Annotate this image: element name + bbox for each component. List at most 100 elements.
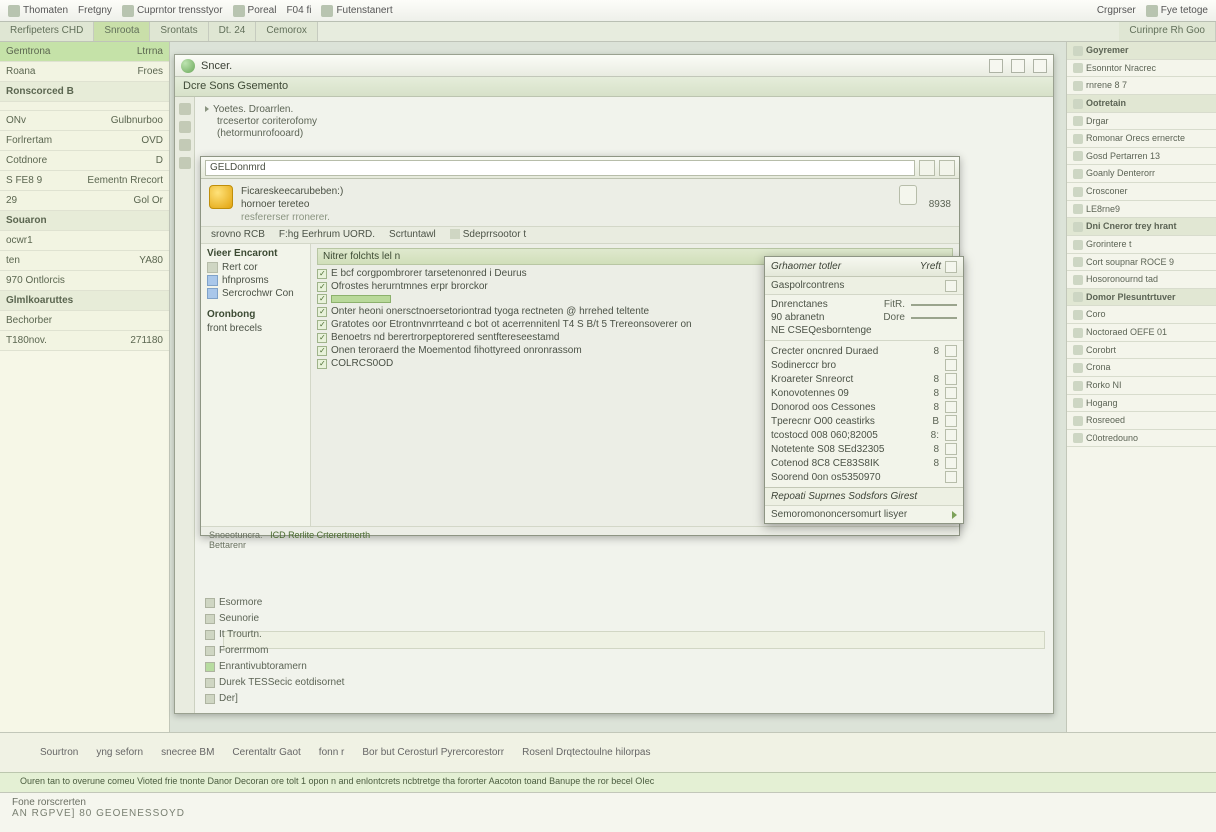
maximize-button[interactable]	[1011, 59, 1025, 73]
bg-right-row[interactable]: Corobrt	[1067, 342, 1216, 360]
property-row[interactable]: Kroareter Snreorct8	[765, 372, 963, 386]
bg-right-row[interactable]: Romonar Orecs ernercte	[1067, 130, 1216, 148]
go-button[interactable]	[919, 160, 935, 176]
bg-left-row[interactable]: ONvGulbnurboo	[0, 111, 169, 131]
address-input[interactable]: GELDonmrd	[205, 160, 915, 176]
bg-left-row[interactable]: Souaron	[0, 211, 169, 231]
property-row[interactable]: Soorend 0on os5350970	[765, 470, 963, 484]
property-row[interactable]: Cotenod 8C8 CE83S8IK8	[765, 456, 963, 470]
bg-right-row[interactable]: Drgar	[1067, 113, 1216, 131]
property-row[interactable]: DnrenctanesFitR.	[765, 298, 963, 311]
bg-tab[interactable]: Rerfipeters CHD	[0, 22, 94, 41]
person-icon[interactable]	[945, 261, 957, 273]
bg-right-row[interactable]: Goanly Denterorr	[1067, 165, 1216, 183]
bg-tab[interactable]: Srontats	[150, 22, 208, 41]
toggle-icon[interactable]	[945, 443, 957, 455]
checkbox-icon[interactable]	[317, 294, 327, 304]
checkbox-icon[interactable]	[317, 359, 327, 369]
menu-item[interactable]: Scrtuntawl	[389, 229, 436, 241]
property-row[interactable]: Donorod oos Cessones8	[765, 400, 963, 414]
bg-left-row[interactable]: Glmlkoaruttes	[0, 291, 169, 311]
bottom-bar-item[interactable]: Rosenl Drqtectoulne hilorpas	[522, 747, 650, 758]
bg-left-row[interactable]: Bechorber	[0, 311, 169, 331]
bg-left-row[interactable]: S FE8 9Eementn Rrecort	[0, 171, 169, 191]
bg-right-row[interactable]: Noctoraed OEFE 01	[1067, 324, 1216, 342]
bg-left-row[interactable]: tenYA80	[0, 251, 169, 271]
bg-right-row[interactable]: Crosconer	[1067, 183, 1216, 201]
toggle-icon[interactable]	[945, 457, 957, 469]
toggle-icon[interactable]	[945, 345, 957, 357]
checkbox-icon[interactable]	[205, 678, 215, 688]
checkbox-icon[interactable]	[317, 320, 327, 330]
menu-item[interactable]: srovno RCB	[211, 229, 265, 241]
bg-left-row[interactable]	[0, 102, 169, 111]
tree-expand-icon[interactable]	[205, 106, 209, 112]
tb-item[interactable]: Futenstanert	[321, 5, 392, 17]
bg-right-row[interactable]: Goyremer	[1067, 42, 1216, 60]
checkbox-icon[interactable]	[317, 307, 327, 317]
bg-right-row[interactable]: Ootretain	[1067, 95, 1216, 113]
checkbox-icon[interactable]	[205, 598, 215, 608]
tree-item[interactable]: Durek TESSecic eotdisornet	[205, 675, 344, 691]
tb-item[interactable]: Crgprser	[1097, 5, 1136, 16]
tb-item[interactable]: F04 fi	[286, 5, 311, 16]
bg-left-row[interactable]: ForlrertamOVD	[0, 131, 169, 151]
toggle-icon[interactable]	[945, 401, 957, 413]
bg-tab[interactable]: Snroota	[94, 22, 150, 41]
bg-right-row[interactable]: Esonntor Nracrec	[1067, 60, 1216, 78]
bg-right-row[interactable]: C0otredouno	[1067, 430, 1216, 448]
bg-left-row[interactable]: CotdnoreD	[0, 151, 169, 171]
bg-left-row[interactable]: ocwr1	[0, 231, 169, 251]
toggle-icon[interactable]	[945, 471, 957, 483]
bottom-bar-item[interactable]: yng seforn	[96, 747, 143, 758]
bottom-bar-item[interactable]: snecree BM	[161, 747, 214, 758]
tree-item[interactable]: Seunorie	[205, 611, 344, 627]
checkbox-icon[interactable]	[317, 333, 327, 343]
tb-item[interactable]: Poreal	[233, 5, 277, 17]
minimize-button[interactable]	[989, 59, 1003, 73]
gear-icon[interactable]	[945, 280, 957, 292]
tree-item[interactable]: Forerrmom	[205, 643, 344, 659]
bg-left-row[interactable]: T180nov.271180	[0, 331, 169, 351]
nav-icon[interactable]	[179, 103, 191, 115]
tb-item[interactable]: Fretgny	[78, 5, 112, 16]
property-row[interactable]: tcostocd 008 060;820058:	[765, 428, 963, 442]
side-item[interactable]: hfnprosms	[207, 275, 304, 286]
bg-right-row[interactable]: Hogang	[1067, 395, 1216, 413]
tb-item[interactable]: Thomaten	[8, 5, 68, 17]
bottom-bar-item[interactable]: Bor but Cerosturl Pyrercorestorr	[362, 747, 504, 758]
bg-left-row[interactable]: GemtronaLtrrna	[0, 42, 169, 62]
side-item[interactable]: Rert cor	[207, 262, 304, 273]
checkbox-icon[interactable]	[205, 662, 215, 672]
panel-titlebar[interactable]: Grhaomer totler Yreft	[765, 257, 963, 277]
checkbox-icon[interactable]	[205, 646, 215, 656]
toggle-icon[interactable]	[945, 429, 957, 441]
checkbox-icon[interactable]	[205, 694, 215, 704]
bg-left-row[interactable]: 29Gol Or	[0, 191, 169, 211]
toggle-icon[interactable]	[945, 415, 957, 427]
bg-left-row[interactable]: RoanaFroes	[0, 62, 169, 82]
nav-icon[interactable]	[179, 157, 191, 169]
property-row[interactable]: Tperecnr O00 ceastirksB	[765, 414, 963, 428]
bg-tab-right[interactable]: Curinpre Rh Goo	[1119, 22, 1216, 41]
bg-right-row[interactable]: Domor Plesuntrtuver	[1067, 289, 1216, 307]
security-icon[interactable]	[899, 185, 917, 205]
bg-right-row[interactable]: Grorintere t	[1067, 236, 1216, 254]
tb-item[interactable]: Cuprntor trensstyor	[122, 5, 223, 17]
bg-right-row[interactable]: Gosd Pertarren 13	[1067, 148, 1216, 166]
bg-left-row[interactable]: 970 Ontlorcis	[0, 271, 169, 291]
bg-right-row[interactable]: Crona	[1067, 359, 1216, 377]
property-row[interactable]: Notetente S08 SEd323058	[765, 442, 963, 456]
tree-item[interactable]: Enrantivubtoramern	[205, 659, 344, 675]
bottom-bar-item[interactable]: Cerentaltr Gaot	[232, 747, 300, 758]
property-row[interactable]: 90 abranetnDore	[765, 311, 963, 324]
play-icon[interactable]	[952, 511, 957, 519]
bg-tab[interactable]: Dt. 24	[209, 22, 257, 41]
bg-right-row[interactable]: LE8rne9	[1067, 201, 1216, 219]
bg-right-row[interactable]: rnrene 8 7	[1067, 77, 1216, 95]
bg-right-row[interactable]: Dni Cneror trey hrant	[1067, 218, 1216, 236]
toggle-icon[interactable]	[945, 359, 957, 371]
bottom-bar-item[interactable]: fonn r	[319, 747, 345, 758]
tb-item[interactable]: Fye tetoge	[1146, 5, 1208, 17]
checkbox-icon[interactable]	[317, 282, 327, 292]
